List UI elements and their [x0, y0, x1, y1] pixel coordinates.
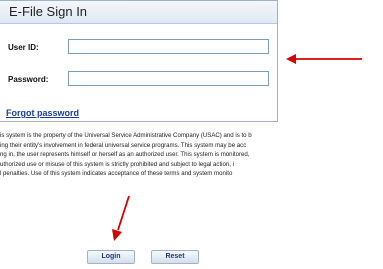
disclaimer-line: ng in, the user represents himself or he… — [0, 151, 250, 158]
arrow-head-icon — [286, 54, 296, 64]
login-button[interactable]: Login — [87, 250, 135, 264]
password-label: Password: — [8, 75, 49, 84]
disclaimer-line: ing their entity's involvement in federa… — [0, 141, 247, 149]
sign-in-panel: E-File Sign In User ID: Password: Forgot… — [0, 0, 278, 122]
disclaimer-text: is system is the property of the Univers… — [0, 131, 383, 179]
reset-button[interactable]: Reset — [151, 250, 199, 264]
disclaimer-line: l penalties. Use of this system indicate… — [0, 170, 233, 177]
annotation-arrow-down — [117, 195, 130, 231]
disclaimer-line: uthorized use or misuse of this system i… — [0, 160, 235, 168]
panel-title: E-File Sign In — [9, 4, 88, 19]
password-field[interactable] — [68, 71, 269, 86]
forgot-password-link[interactable]: Forgot password — [6, 108, 79, 118]
user-id-field[interactable] — [68, 39, 269, 54]
disclaimer-line: is system is the property of the Univers… — [0, 132, 252, 139]
user-id-label: User ID: — [8, 43, 39, 52]
arrow-head-icon — [112, 229, 122, 241]
